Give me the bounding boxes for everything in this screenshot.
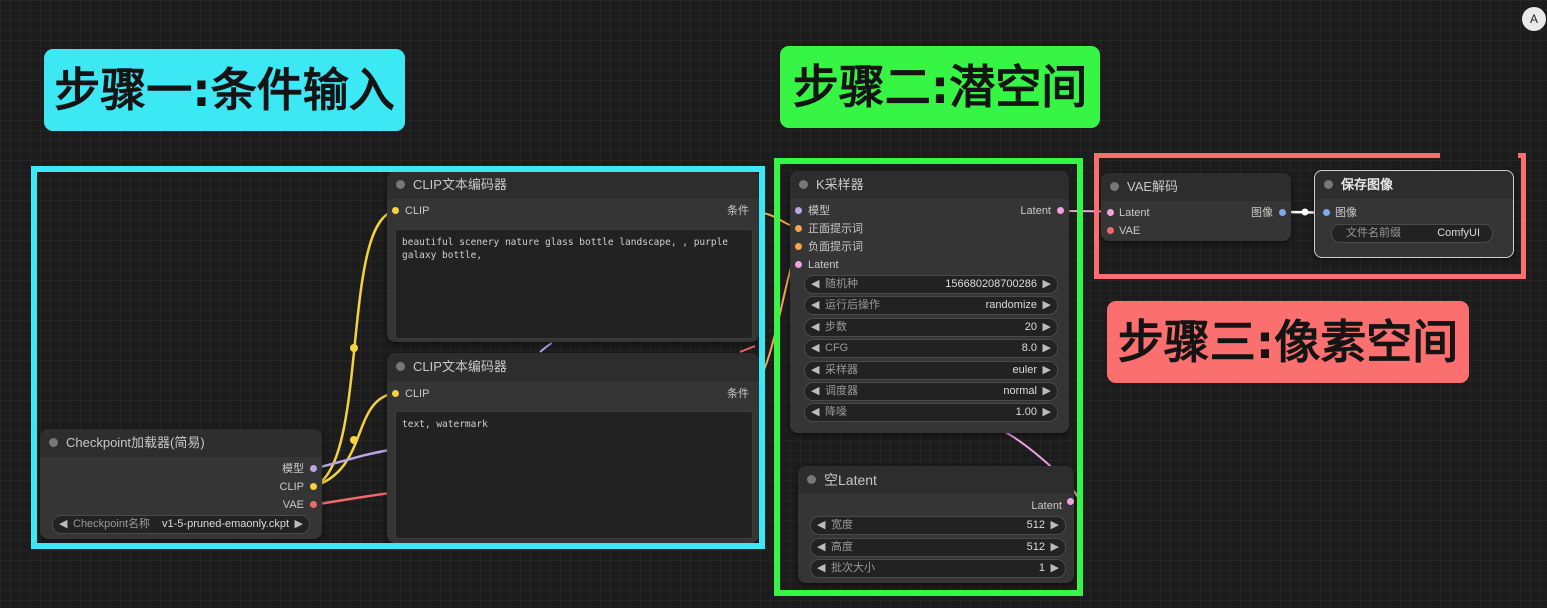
step-three-frame-top-right xyxy=(1518,153,1526,158)
step-one-frame xyxy=(31,166,765,549)
step-three-frame xyxy=(1094,153,1526,279)
step-two-label: 步骤二:潜空间 xyxy=(780,46,1100,128)
step-three-frame-top xyxy=(1094,153,1440,158)
translate-icon[interactable]: A xyxy=(1522,7,1546,31)
step-one-label: 步骤一:条件输入 xyxy=(44,49,405,131)
step-two-frame xyxy=(774,158,1083,596)
step-three-label: 步骤三:像素空间 xyxy=(1107,301,1469,383)
